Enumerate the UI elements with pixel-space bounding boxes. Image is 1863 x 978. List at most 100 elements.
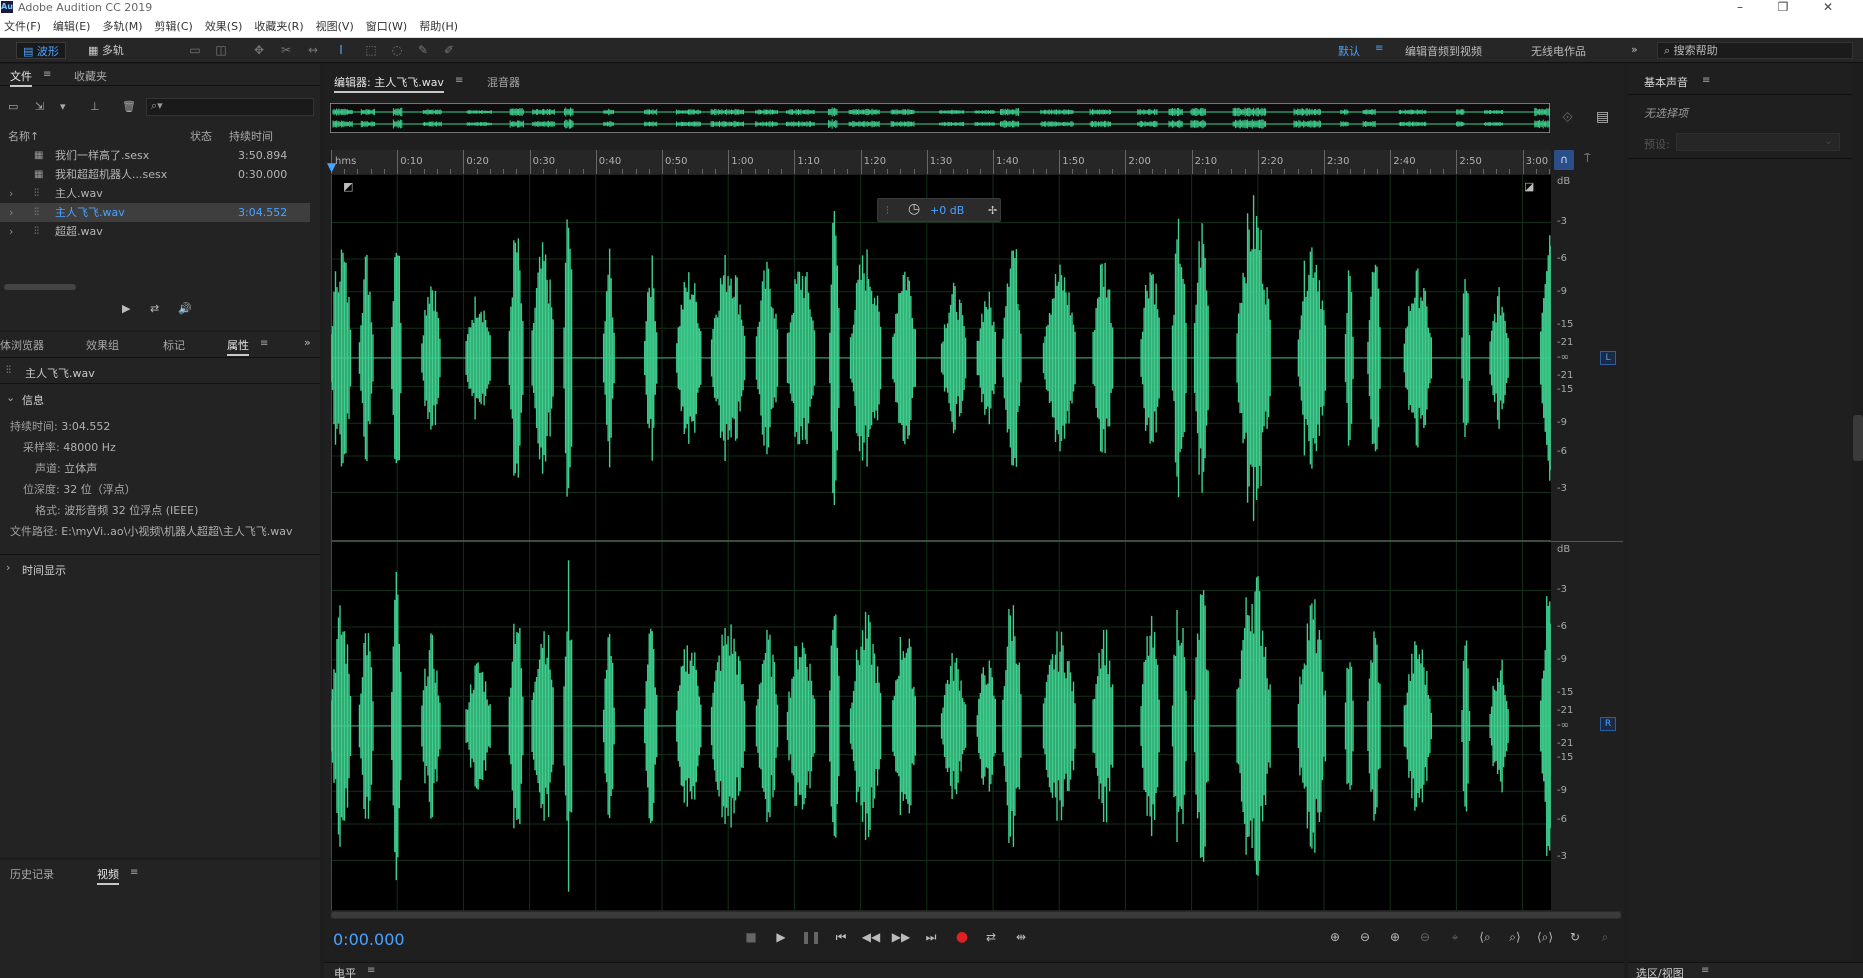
pin-icon[interactable]: ✢ [988, 204, 997, 217]
essential-sound-menu-icon[interactable]: ≡ [1702, 75, 1710, 86]
play-preview-icon[interactable]: ▶ [122, 302, 130, 315]
tab-media-browser[interactable]: 体浏览器 [0, 337, 44, 353]
gain-hud[interactable]: ⫶ ◷ +0 dB ✢ [877, 198, 1001, 222]
waveform-mode-button[interactable]: ▤ 波形 [16, 42, 66, 59]
workspace-overflow-icon[interactable]: » [1631, 43, 1638, 56]
spectral-pitch-icon[interactable]: ◫ [212, 42, 230, 59]
marker-pin-icon[interactable]: ⍑ [1584, 152, 1591, 166]
menu-effects[interactable]: 效果(S) [199, 16, 249, 38]
tab-history[interactable]: 历史记录 [10, 866, 54, 882]
menu-clip[interactable]: 剪辑(C) [149, 16, 199, 38]
lasso-tool-icon[interactable]: ◌ [388, 42, 406, 59]
minimize-icon[interactable]: – [1725, 0, 1755, 16]
waveform-display[interactable] [331, 175, 1551, 910]
column-duration[interactable]: 持续时间 [229, 128, 273, 144]
record-icon[interactable]: ● [951, 927, 973, 947]
delete-icon[interactable]: 🗑 [122, 100, 136, 113]
autoplay-icon[interactable]: 🔊 [178, 302, 192, 315]
multitrack-mode-button[interactable]: ▦ 多轨 [82, 42, 130, 59]
right-panel-scrollbar[interactable] [1853, 415, 1863, 461]
scrollbar-thumb[interactable] [331, 912, 1621, 918]
zoom-reset-icon[interactable]: ↻ [1564, 927, 1586, 947]
collapse-arrow-icon[interactable]: ⌄ [6, 391, 15, 404]
expand-arrow-icon[interactable]: › [9, 222, 13, 241]
tab-markers[interactable]: 标记 [163, 337, 185, 353]
restore-icon[interactable]: ❐ [1768, 0, 1798, 16]
level-menu-icon[interactable]: ≡ [367, 965, 375, 976]
tab-properties[interactable]: 属性 [227, 337, 249, 356]
current-time-display[interactable]: 0:00.000 [333, 930, 405, 949]
tab-favorites[interactable]: 收藏夹 [74, 68, 107, 84]
time-selection-tool-icon[interactable]: I [332, 42, 350, 59]
skip-selection-icon[interactable]: ⇹ [1010, 927, 1032, 947]
section-info[interactable]: 信息 [22, 392, 44, 408]
expand-arrow-icon[interactable]: › [9, 184, 13, 203]
slip-tool-icon[interactable]: ↔ [304, 42, 322, 59]
go-to-end-icon[interactable]: ⏭ [920, 927, 942, 947]
video-panel-menu-icon[interactable]: ≡ [130, 867, 138, 878]
horizontal-scrollbar[interactable] [331, 911, 1621, 919]
fade-in-handle-icon[interactable]: ◩ [343, 180, 353, 193]
time-ruler[interactable]: hms 0:10 0:20 0:30 0:40 0:50 1:00 1:10 1:20 1:30… [331, 150, 1551, 174]
menu-help[interactable]: 帮助(H) [413, 16, 464, 38]
close-icon[interactable]: ✕ [1813, 0, 1843, 16]
spectral-frequency-icon[interactable]: ▭ [186, 42, 204, 59]
fade-out-handle-icon[interactable]: ◪ [1524, 180, 1534, 193]
file-row[interactable]: › ⫶⫶ 主人.wav [0, 184, 310, 203]
expand-arrow-icon[interactable]: › [6, 561, 10, 574]
file-row[interactable]: ▦ 我和超超机器人...sesx 0:30.000 [0, 165, 310, 184]
column-status[interactable]: 状态 [190, 128, 212, 144]
pause-icon[interactable]: ❚❚ [800, 927, 822, 947]
workspace-radio-production[interactable]: 无线电作品 [1531, 43, 1586, 59]
workspace-edit-audio-to-video[interactable]: 编辑音频到视频 [1405, 43, 1482, 59]
loop-preview-icon[interactable]: ⇄ [150, 302, 159, 315]
panel-overflow-icon[interactable]: » [304, 336, 311, 349]
new-file-icon[interactable]: ▾ [60, 100, 66, 113]
files-scrollbar[interactable] [4, 284, 76, 290]
section-time-display[interactable]: 时间显示 [22, 562, 66, 578]
files-filter-input[interactable]: ⌕▾ [146, 98, 314, 116]
properties-menu-icon[interactable]: ≡ [260, 338, 268, 349]
zoom-out-time-icon[interactable]: ⊖ [1414, 927, 1436, 947]
zoom-out-point-icon[interactable]: ⌕⟩ [1504, 927, 1526, 947]
brush-tool-icon[interactable]: ✎ [414, 42, 432, 59]
zoom-in-point-icon[interactable]: ⟨⌕ [1474, 927, 1496, 947]
file-row[interactable]: ▦ 我们一样高了.sesx 3:50.894 [0, 146, 310, 165]
import-icon[interactable]: ⇲ [35, 100, 44, 113]
preset-select[interactable]: ⌄ [1676, 133, 1840, 151]
gain-knob-icon[interactable]: ◷ [908, 201, 920, 217]
stop-icon[interactable]: ■ [740, 927, 762, 947]
tab-effects-rack[interactable]: 效果组 [86, 337, 119, 353]
file-row[interactable]: › ⫶⫶ 超超.wav [0, 222, 310, 241]
essential-sound-title[interactable]: 基本声音 [1644, 74, 1688, 90]
editor-menu-icon[interactable]: ≡ [455, 75, 463, 86]
tab-editor[interactable]: 编辑器: 主人飞飞.wav [334, 74, 444, 93]
open-folder-icon[interactable]: ▭ [8, 100, 18, 113]
waveform-overview[interactable] [330, 103, 1550, 133]
play-icon[interactable]: ▶ [770, 927, 792, 947]
go-to-start-icon[interactable]: ⏮ [830, 927, 852, 947]
zoom-in-amplitude-icon[interactable]: ⊕ [1324, 927, 1346, 947]
column-name[interactable]: 名称↑ [8, 128, 39, 144]
tab-selection-view[interactable]: 选区/视图 [1636, 965, 1684, 978]
gain-value[interactable]: +0 dB [930, 204, 964, 217]
menu-window[interactable]: 窗口(W) [360, 16, 413, 38]
insert-multitrack-icon[interactable]: ⊥ [90, 100, 100, 113]
channel-left-badge[interactable]: L [1600, 351, 1616, 365]
expand-arrow-icon[interactable]: › [9, 203, 13, 222]
channel-right-badge[interactable]: R [1600, 717, 1616, 731]
tab-mixer[interactable]: 混音器 [487, 74, 520, 90]
fast-forward-icon[interactable]: ▶▶ [890, 927, 912, 947]
zoom-full-icon[interactable]: ⌕ [1594, 927, 1616, 947]
zoom-in-time-icon[interactable]: ⊕ [1384, 927, 1406, 947]
menu-edit[interactable]: 编辑(E) [47, 16, 97, 38]
tab-files[interactable]: 文件 [10, 68, 32, 87]
zoom-out-full-icon[interactable]: ⟨⌕⟩ [1534, 927, 1556, 947]
tab-level[interactable]: 电平 [334, 965, 356, 978]
razor-tool-icon[interactable]: ✂ [277, 42, 295, 59]
loop-playback-icon[interactable]: ⇄ [980, 927, 1002, 947]
menu-file[interactable]: 文件(F) [0, 16, 47, 38]
selection-view-menu-icon[interactable]: ≡ [1701, 965, 1709, 976]
playhead-icon[interactable]: ▼ [327, 160, 336, 174]
search-help-input[interactable]: ⌕ 搜索帮助 [1657, 42, 1853, 59]
